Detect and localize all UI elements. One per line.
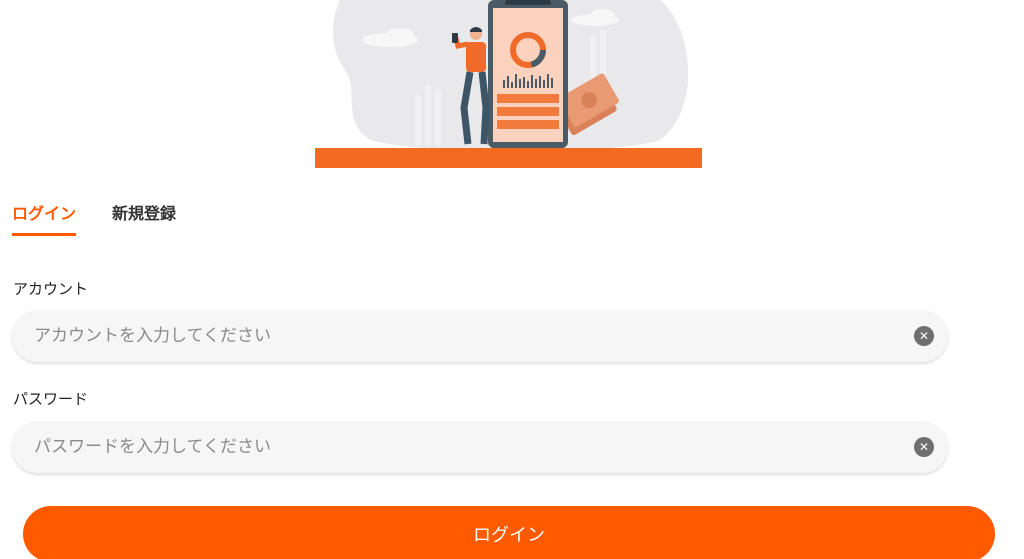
login-button[interactable]: ログイン — [23, 506, 995, 559]
hero-illustration — [300, 0, 720, 170]
account-input[interactable] — [12, 310, 914, 362]
clear-icon[interactable]: ✕ — [914, 437, 934, 457]
account-field: ✕ — [12, 310, 948, 362]
password-input[interactable] — [12, 421, 914, 473]
account-label: アカウント — [13, 280, 89, 298]
tab-register[interactable]: 新規登録 — [112, 200, 176, 236]
tab-login[interactable]: ログイン — [12, 200, 77, 236]
password-label: パスワード — [13, 390, 89, 408]
password-field: ✕ — [12, 421, 948, 473]
auth-tabs: ログイン 新規登録 — [12, 200, 176, 240]
clear-icon[interactable]: ✕ — [914, 326, 934, 346]
